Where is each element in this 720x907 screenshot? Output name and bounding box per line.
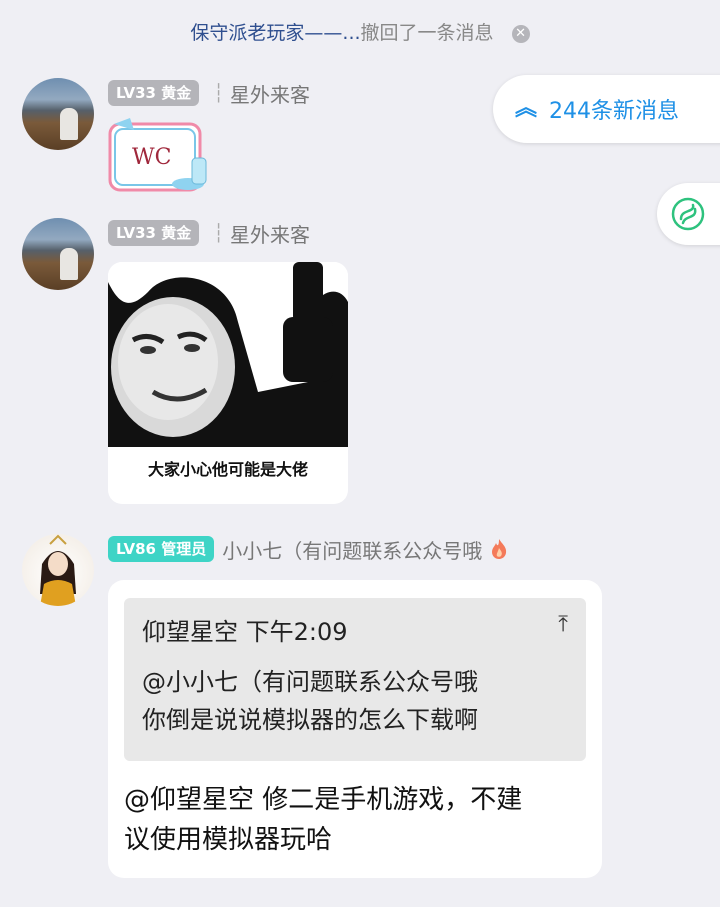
message-bubble[interactable]: 仰望星空 下午2:09 ⤒ @小小七（有问题联系公众号哦 你倒是说说模拟器的怎么… (108, 580, 602, 878)
message-meta: LV86 管理员 小小七（有问题联系公众号哦 (108, 535, 508, 564)
level-badge: LV33 黄金 (108, 80, 200, 106)
sticker-text: WC (132, 145, 171, 170)
meme-caption: 大家小心他可能是大佬 (147, 460, 308, 479)
level-badge: LV33 黄金 (108, 220, 200, 246)
recall-notice: 保守派老玩家——...撤回了一条消息 ✕ (0, 18, 720, 45)
close-icon[interactable]: ✕ (511, 25, 530, 43)
level-badge: LV86 管理员 (108, 536, 215, 562)
side-action-button[interactable] (657, 183, 720, 245)
avatar[interactable] (22, 534, 94, 606)
jump-to-top-icon[interactable]: ⤒ (558, 612, 568, 647)
reply-line: @仰望星空 修二是手机游戏，不建 (124, 785, 523, 815)
flame-icon (492, 539, 507, 559)
sender-name[interactable]: 小小七（有问题联系公众号哦 (222, 535, 482, 564)
quote-time: 下午2:09 (245, 618, 348, 646)
swirl-icon (671, 197, 705, 231)
quoted-message[interactable]: 仰望星空 下午2:09 ⤒ @小小七（有问题联系公众号哦 你倒是说说模拟器的怎么… (124, 598, 586, 761)
avatar[interactable] (22, 78, 94, 150)
quote-line: 你倒是说说模拟器的怎么下载啊 (142, 706, 478, 734)
message-meta: LV33 黄金 ┆ 星外来客 (108, 219, 310, 248)
recall-nickname[interactable]: 保守派老玩家——... (190, 22, 360, 44)
reply-line: 议使用模拟器玩哈 (124, 825, 333, 855)
message-meta: LV33 黄金 ┆ 星外来客 (108, 79, 310, 108)
recall-text: 撤回了一条消息 (360, 22, 494, 44)
double-chevron-up-icon: ︽ (515, 96, 538, 121)
avatar[interactable] (22, 218, 94, 290)
divider: ┆ (213, 222, 224, 244)
new-messages-button[interactable]: ︽ 244条新消息 (493, 75, 720, 143)
sender-name[interactable]: 星外来客 (230, 219, 310, 248)
quote-author: 仰望星空 (142, 618, 238, 646)
meme-image[interactable]: 大家小心他可能是大佬 (108, 262, 348, 504)
reply-text: @仰望星空 修二是手机游戏，不建 议使用模拟器玩哈 (124, 780, 594, 860)
new-messages-label: 244条新消息 (549, 99, 680, 124)
sender-name[interactable]: 星外来客 (230, 79, 310, 108)
quote-line: @小小七（有问题联系公众号哦 (142, 668, 478, 696)
meme-picture (108, 262, 348, 447)
wc-sticker[interactable]: WC (108, 118, 212, 196)
divider: ┆ (213, 82, 224, 104)
